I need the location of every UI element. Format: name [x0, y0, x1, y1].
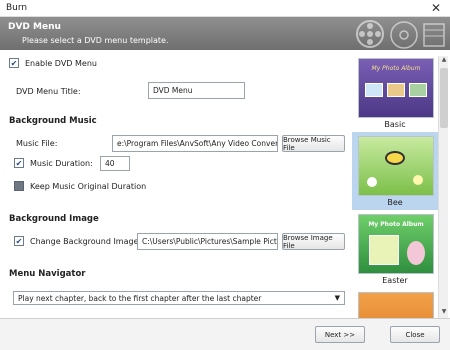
- keep-duration-row[interactable]: Keep Music Original Duration: [14, 181, 146, 191]
- header-title: DVD Menu: [8, 22, 61, 32]
- photo-frame: [365, 83, 383, 97]
- title-bar: Burn ✕: [0, 0, 450, 17]
- photo-frame: [369, 235, 399, 265]
- next-button[interactable]: Next >>: [315, 326, 365, 343]
- flower-icon: [367, 177, 377, 187]
- background-music-heading: Background Music: [9, 116, 97, 126]
- background-image-heading: Background Image: [9, 214, 99, 224]
- footer-bar: Next >> Close: [0, 318, 450, 350]
- change-image-row[interactable]: ✔ Change Background Image:: [14, 236, 141, 246]
- music-file-label: Music File:: [16, 139, 58, 148]
- basic-thumb-title: My Photo Album: [371, 65, 421, 72]
- enable-menu-checkbox[interactable]: ✔: [9, 58, 19, 68]
- enable-menu-row[interactable]: ✔ Enable DVD Menu: [9, 58, 97, 68]
- music-duration-row[interactable]: ✔ Music Duration:: [14, 158, 93, 168]
- template-easter[interactable]: My Photo Album: [358, 214, 434, 274]
- easter-thumb-title: My Photo Album: [368, 221, 424, 228]
- template-list: My Photo Album Basic Bee My Photo Album …: [352, 56, 438, 318]
- photo-frame: [409, 83, 427, 97]
- keep-duration-label: Keep Music Original Duration: [30, 181, 147, 191]
- change-image-label: Change Background Image:: [30, 236, 142, 246]
- scroll-down-icon[interactable]: ▼: [439, 308, 449, 318]
- template-label-easter: Easter: [382, 276, 408, 285]
- window-title: Burn: [6, 3, 28, 13]
- flower-icon: [413, 175, 423, 185]
- menu-navigator-select[interactable]: Play next chapter, back to the first cha…: [13, 291, 345, 305]
- chevron-down-icon[interactable]: ▼: [335, 294, 340, 302]
- menu-title-label: DVD Menu Title:: [16, 87, 81, 96]
- browse-image-button[interactable]: Browse Image File: [282, 233, 345, 250]
- header-banner: DVD Menu Please select a DVD menu templa…: [0, 17, 450, 50]
- template-label-bee: Bee: [387, 198, 403, 207]
- menu-navigator-value: Play next chapter, back to the first cha…: [18, 294, 262, 303]
- close-button[interactable]: Close: [390, 326, 440, 343]
- easter-egg-icon: [407, 241, 425, 265]
- scroll-thumb[interactable]: [440, 68, 448, 128]
- music-duration-label: Music Duration:: [30, 158, 93, 168]
- menu-navigator-heading: Menu Navigator: [9, 269, 86, 279]
- music-duration-input[interactable]: 40: [100, 156, 130, 171]
- change-image-checkbox[interactable]: ✔: [14, 236, 24, 246]
- template-scrollbar[interactable]: ▲ ▼: [438, 56, 448, 318]
- photo-frame: [387, 83, 405, 97]
- close-icon[interactable]: ✕: [431, 1, 441, 15]
- music-file-input[interactable]: e:\Program Files\AnvSoft\Any Video Conve…: [112, 135, 278, 152]
- header-subtitle: Please select a DVD menu template.: [22, 36, 169, 45]
- browse-music-button[interactable]: Browse Music File: [282, 135, 345, 152]
- template-label-basic: Basic: [384, 120, 406, 129]
- template-basic[interactable]: My Photo Album: [358, 58, 434, 118]
- template-bee[interactable]: [358, 136, 434, 196]
- music-duration-checkbox[interactable]: ✔: [14, 158, 24, 168]
- enable-menu-label: Enable DVD Menu: [25, 58, 97, 68]
- scroll-up-icon[interactable]: ▲: [439, 56, 449, 66]
- keep-duration-checkbox[interactable]: [14, 181, 24, 191]
- template-next[interactable]: [358, 292, 434, 318]
- image-file-input[interactable]: C:\Users\Public\Pictures\Sample Pictures: [137, 233, 278, 250]
- menu-title-input[interactable]: DVD Menu: [148, 82, 245, 99]
- film-reel-icon: [356, 20, 445, 49]
- settings-panel: ✔ Enable DVD Menu DVD Menu Title: DVD Me…: [0, 50, 350, 318]
- bee-icon: [385, 151, 405, 165]
